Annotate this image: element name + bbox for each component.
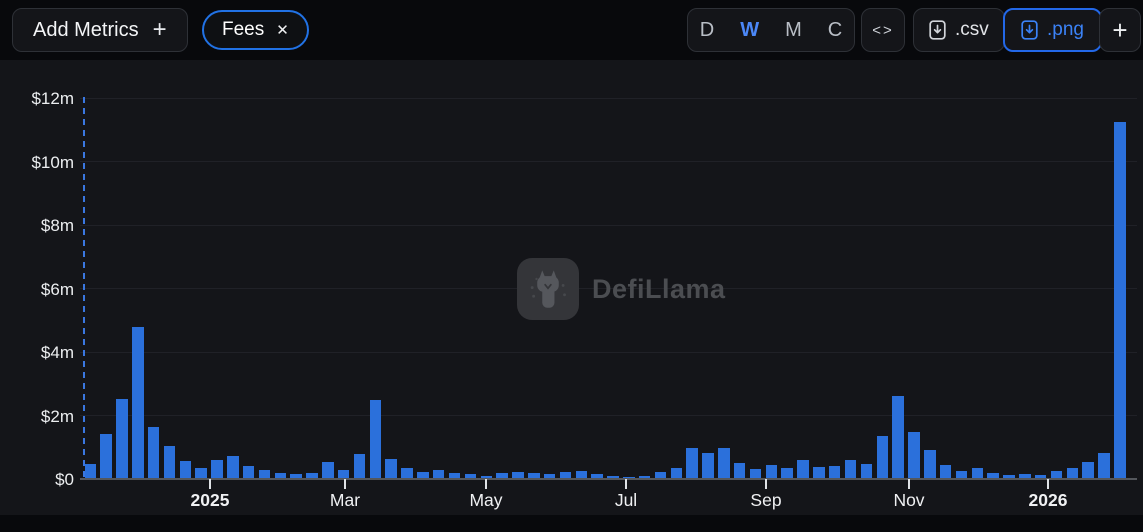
llama-icon [530, 270, 566, 308]
fees-bar [353, 453, 366, 479]
watermark-brand: DefiLlama [592, 273, 726, 304]
fees-bar [211, 459, 223, 479]
close-icon[interactable]: ✕ [276, 21, 289, 39]
fees-bar [84, 464, 96, 479]
download-png-button[interactable]: .png [1003, 8, 1102, 52]
fees-bar [797, 459, 809, 479]
interval-option-monthly[interactable]: M [772, 19, 815, 42]
x-axis-tick [344, 479, 346, 489]
fees-chart-panel[interactable]: $12m $10m $8m $6m $4m $2m $0 2025 Mar May Jul Sep N… [0, 60, 1143, 515]
fees-bar [385, 458, 397, 479]
fees-bar [1082, 461, 1094, 479]
gridline [80, 415, 1137, 416]
add-panel-button[interactable]: + [1099, 8, 1141, 52]
plus-icon: + [1112, 14, 1128, 45]
fees-bar [908, 432, 920, 479]
metric-chip-fees[interactable]: Fees ✕ [202, 10, 309, 50]
code-brackets-icon: <> [872, 21, 894, 39]
file-download-icon [1021, 20, 1038, 40]
fees-bar [924, 449, 936, 479]
x-axis-tick [1047, 479, 1049, 489]
fees-bar [844, 459, 857, 479]
fees-bar [733, 463, 746, 479]
download-csv-button[interactable]: .csv [913, 8, 1005, 52]
x-axis-label: Jul [614, 490, 638, 510]
fees-bar [1114, 122, 1126, 479]
fees-bar [369, 399, 382, 479]
fees-bar [718, 447, 730, 479]
fees-bar [876, 436, 888, 479]
fees-bar [860, 464, 873, 479]
x-axis-label: Nov [893, 490, 925, 510]
png-label: .png [1047, 19, 1084, 40]
fees-bar [132, 327, 144, 479]
interval-option-cumulative[interactable]: C [815, 19, 855, 42]
fees-bar [765, 464, 778, 479]
x-axis-label: Sep [750, 490, 782, 510]
x-axis-tick [209, 479, 211, 489]
fees-bar [179, 460, 192, 479]
axis-start-dashed-line [83, 97, 85, 479]
defillama-logo [517, 258, 579, 320]
fees-bar [116, 398, 128, 479]
fees-bar [147, 426, 160, 479]
metric-chip-label: Fees [222, 19, 265, 40]
interval-switcher: D W M C [687, 8, 855, 52]
fees-bar [322, 461, 334, 479]
gridline [80, 351, 1137, 353]
file-download-icon [929, 20, 946, 40]
interval-option-weekly[interactable]: W [727, 19, 772, 42]
fees-bar [702, 452, 714, 479]
interval-option-daily[interactable]: D [687, 19, 727, 42]
y-axis-label: $6m [40, 279, 74, 299]
toolbar: Add Metrics + Fees ✕ D W M C <> .csv .pn… [0, 0, 1143, 60]
x-axis-label: Mar [329, 490, 361, 510]
watermark: DefiLlama [517, 258, 726, 320]
x-axis-label: 2026 [1028, 490, 1068, 510]
fees-bar [828, 465, 841, 479]
fees-bar [892, 396, 904, 479]
plus-icon: + [152, 16, 167, 43]
fees-bar [686, 447, 698, 479]
x-axis-label: May [469, 490, 503, 510]
y-axis-label: $10m [31, 152, 74, 172]
x-axis-tick [765, 479, 767, 489]
y-axis-label: $12m [31, 89, 74, 108]
fees-bar [163, 445, 176, 479]
embed-code-button[interactable]: <> [861, 8, 905, 52]
fees-bar [100, 433, 112, 479]
app-screen: Add Metrics + Fees ✕ D W M C <> .csv .pn… [0, 0, 1143, 532]
gridline [80, 97, 1137, 99]
x-axis-line [80, 478, 1137, 480]
y-axis-label: $8m [40, 216, 74, 235]
y-axis-label: $0 [55, 470, 74, 489]
x-axis-label: 2025 [190, 490, 230, 510]
x-axis-tick [908, 479, 910, 489]
add-metrics-button[interactable]: Add Metrics + [12, 8, 188, 52]
fees-bar [227, 455, 239, 479]
y-axis-label: $4m [40, 343, 74, 362]
fees-bar [939, 464, 952, 479]
y-axis-label: $2m [40, 406, 74, 426]
gridline [80, 224, 1137, 226]
csv-label: .csv [955, 19, 989, 40]
add-metrics-label: Add Metrics [33, 18, 139, 41]
fees-bar [1098, 452, 1110, 479]
x-axis-tick [625, 479, 627, 489]
gridline [80, 161, 1137, 162]
fees-bar [242, 465, 255, 479]
x-axis-tick [485, 479, 487, 489]
